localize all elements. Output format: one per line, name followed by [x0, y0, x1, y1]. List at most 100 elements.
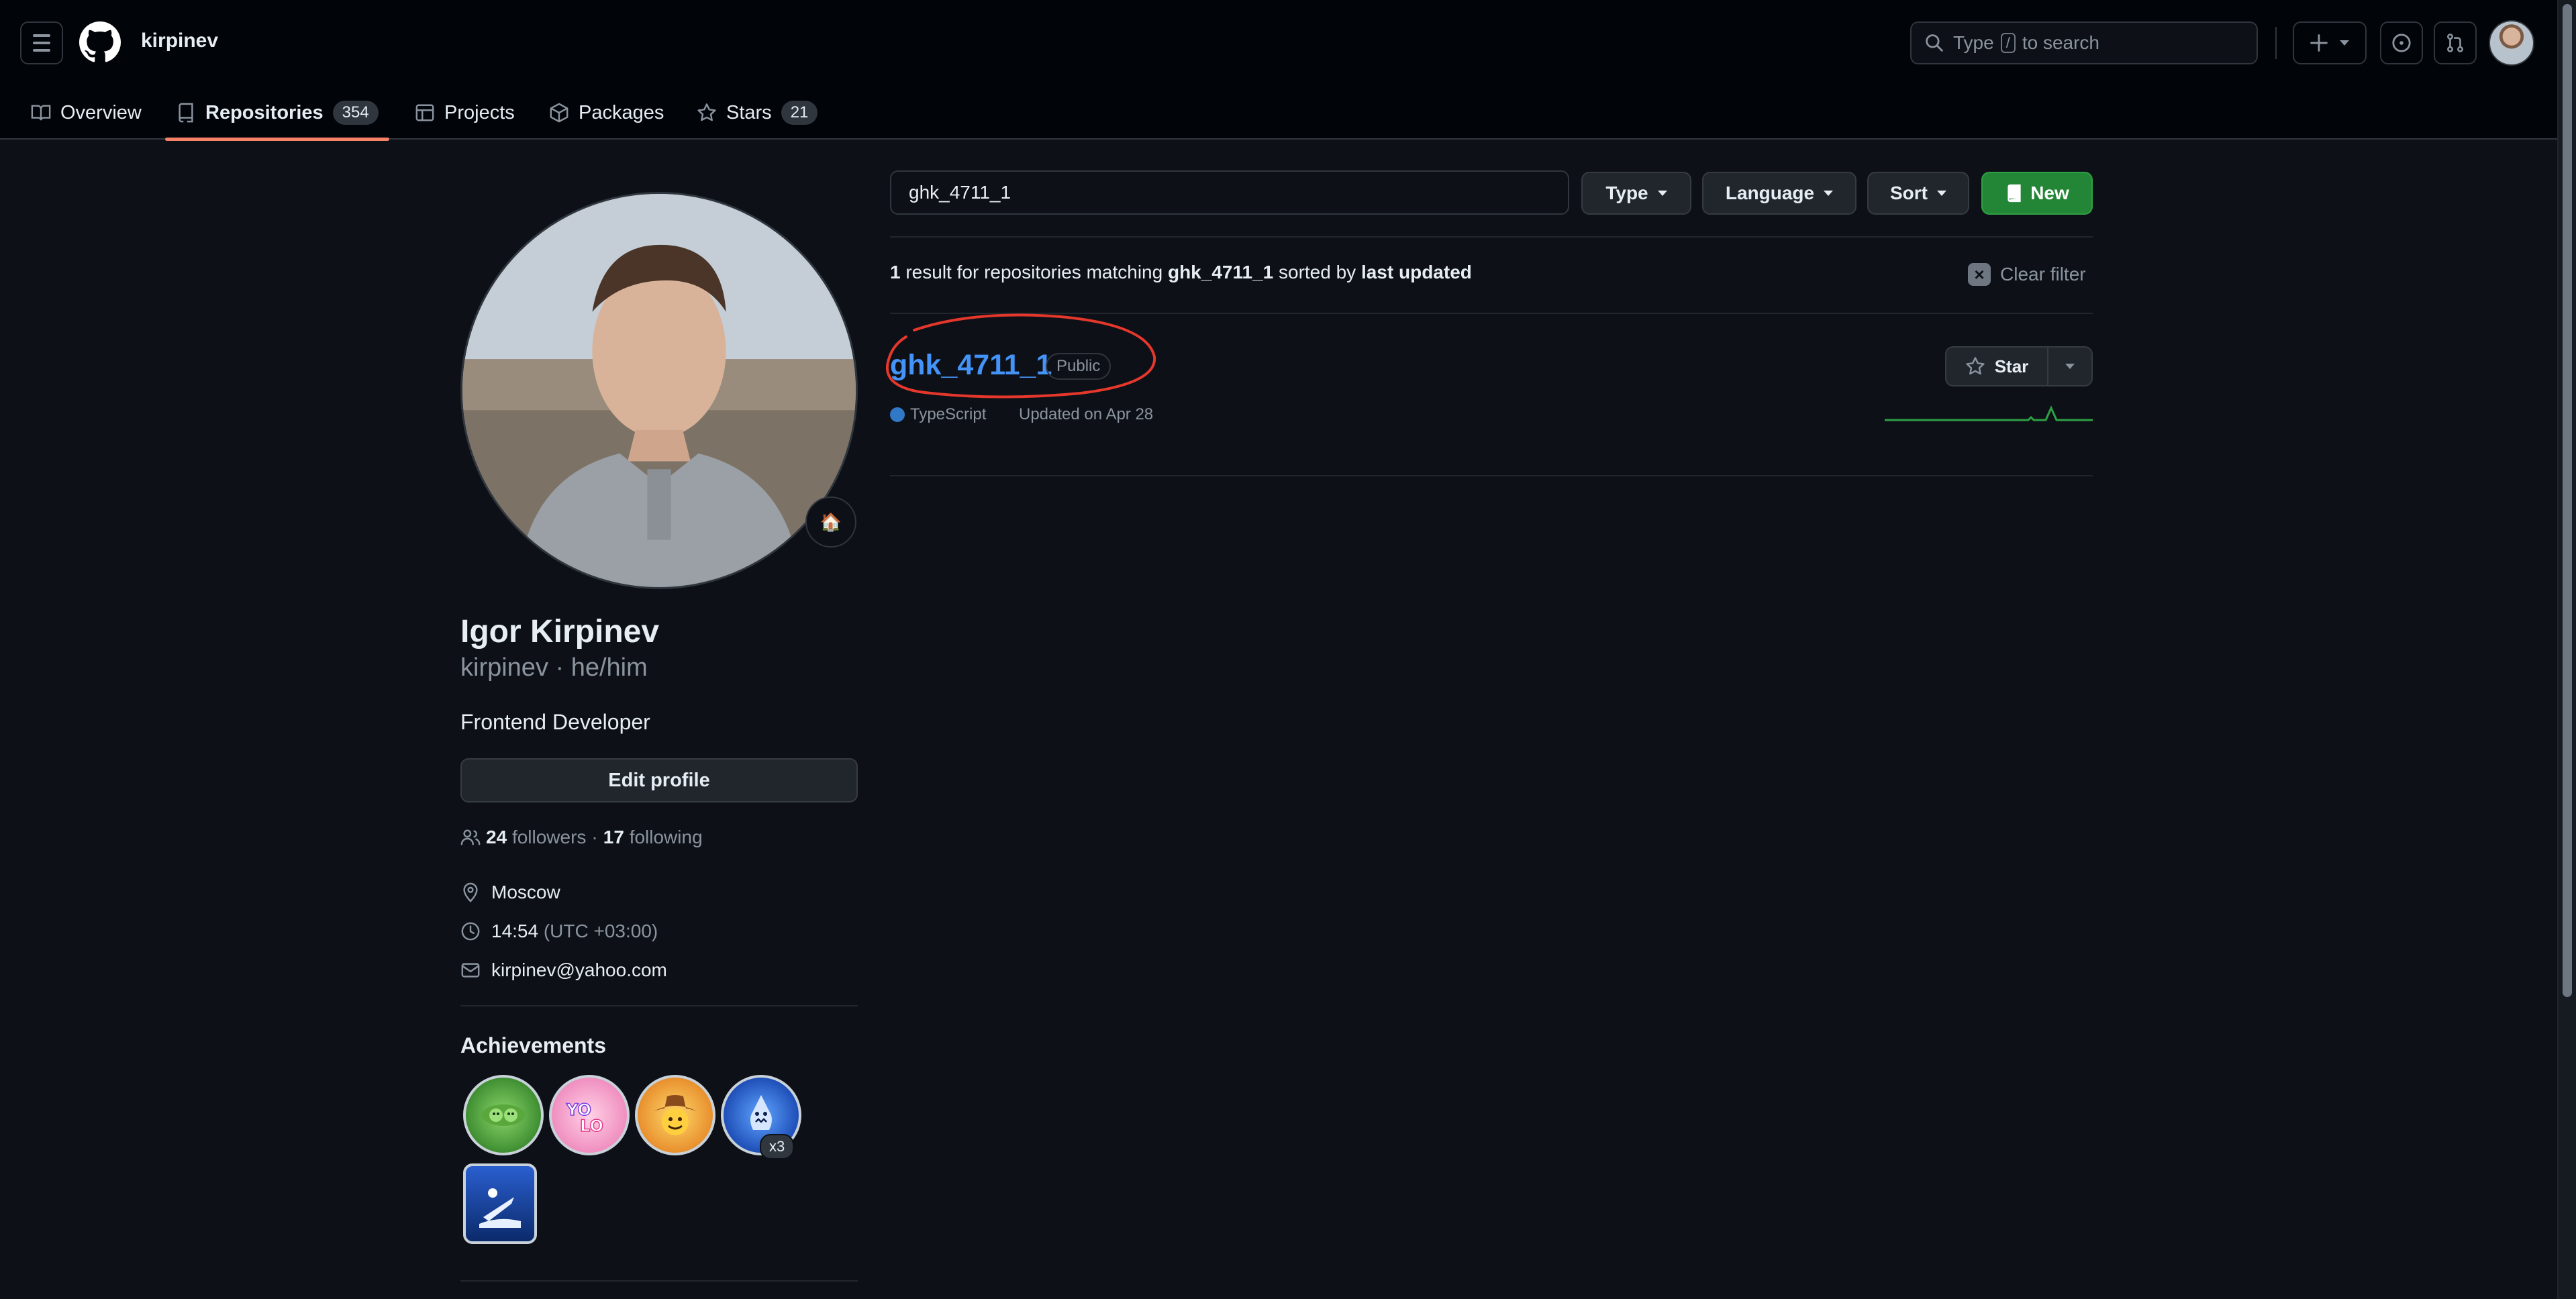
- language-filter-button[interactable]: Language: [1702, 172, 1856, 215]
- pull-request-icon: [2446, 34, 2464, 52]
- header-username[interactable]: kirpinev: [141, 30, 218, 52]
- star-button[interactable]: Star: [1946, 348, 2048, 385]
- filter-query-text: ghk_4711_1: [909, 182, 1011, 203]
- chevron-down-icon: [2065, 364, 2075, 369]
- language-name: TypeScript: [910, 405, 987, 423]
- profile-location: Moscow: [460, 882, 560, 903]
- tab-label: Stars: [726, 101, 772, 123]
- status-emoji-button[interactable]: 🏠: [805, 497, 856, 548]
- create-new-button[interactable]: [2293, 21, 2367, 64]
- following-link[interactable]: 17 following: [603, 827, 703, 848]
- achievement-yolo-badge[interactable]: YO LO: [549, 1075, 630, 1155]
- tab-projects[interactable]: Projects: [415, 86, 515, 140]
- profile-tab-nav: Overview Repositories 354 Projects Packa…: [0, 86, 2557, 141]
- clock-icon: [461, 922, 480, 941]
- repo-icon: [179, 103, 193, 123]
- repository-filter-input[interactable]: ghk_4711_1: [890, 170, 1569, 215]
- search-placeholder: Type: [1953, 32, 1994, 53]
- issue-opened-icon: [2392, 34, 2411, 52]
- repo-list-divider: [890, 475, 2093, 476]
- chevron-down-icon: [2340, 40, 2349, 46]
- clear-filter-button[interactable]: × Clear filter: [1968, 263, 2086, 286]
- follow-separator: ·: [591, 827, 598, 847]
- profile-local-time: 14:54 (UTC +03:00): [460, 921, 658, 942]
- star-label: Star: [1994, 356, 2029, 376]
- table-icon: [415, 104, 434, 121]
- cowboy-face-icon: [654, 1095, 697, 1135]
- location-text: Moscow: [491, 882, 560, 902]
- user-avatar-menu[interactable]: [2489, 20, 2534, 66]
- stars-count-badge: 21: [781, 101, 818, 125]
- shield-rocket-icon: [479, 1188, 521, 1228]
- package-icon: [550, 103, 568, 123]
- chevron-down-icon: [1657, 191, 1667, 196]
- results-count: 1: [890, 262, 901, 282]
- email-link[interactable]: kirpinev@yahoo.com: [491, 959, 667, 981]
- book-icon: [31, 105, 51, 121]
- menu-button[interactable]: [20, 21, 63, 64]
- peas-icon: [482, 1104, 525, 1126]
- results-summary: 1 result for repositories matching ghk_4…: [890, 262, 1472, 283]
- activity-sparkline: [1885, 405, 2093, 421]
- issues-button[interactable]: [2380, 21, 2423, 64]
- search-placeholder-suffix: to search: [2022, 32, 2099, 53]
- mail-icon: [461, 963, 480, 978]
- clear-filter-label: Clear filter: [2000, 264, 2086, 284]
- language-color-dot: [890, 407, 905, 422]
- pull-requests-button[interactable]: [2434, 21, 2477, 64]
- tab-overview[interactable]: Overview: [31, 86, 142, 140]
- achievement-pair-extraordinaire-badge[interactable]: [463, 1075, 544, 1155]
- achievement-quickdraw-badge[interactable]: [635, 1075, 715, 1155]
- timezone-text: (UTC +03:00): [543, 921, 658, 941]
- tab-label: Repositories: [205, 101, 324, 123]
- edit-profile-button[interactable]: Edit profile: [460, 758, 858, 802]
- tab-repositories[interactable]: Repositories 354: [165, 86, 389, 141]
- profile-photo-image: [462, 194, 856, 587]
- profile-login-pronouns: kirpinev · he/him: [460, 654, 648, 682]
- achievements-heading[interactable]: Achievements: [460, 1033, 606, 1058]
- type-filter-button[interactable]: Type: [1581, 172, 1691, 215]
- star-list-dropdown[interactable]: [2048, 348, 2091, 385]
- tab-label: Packages: [579, 101, 664, 123]
- plus-icon: [2310, 34, 2328, 52]
- star-button-group: Star: [1945, 346, 2093, 386]
- people-icon: [460, 829, 481, 845]
- chevron-down-icon: [1937, 191, 1946, 196]
- star-icon: [697, 103, 716, 121]
- chevron-down-icon: [1824, 191, 1834, 196]
- following-label: following: [629, 827, 703, 847]
- tab-packages[interactable]: Packages: [549, 86, 664, 140]
- global-header: kirpinev Type / to search: [0, 0, 2557, 86]
- achievement-arctic-code-vault-badge[interactable]: [463, 1163, 537, 1244]
- followers-count: 24: [486, 827, 507, 847]
- results-text-a: result for repositories matching: [905, 262, 1163, 282]
- profile-divider: [460, 1005, 858, 1006]
- results-query: ghk_4711_1: [1167, 262, 1274, 282]
- followers-link[interactable]: 24 followers: [486, 827, 586, 848]
- new-repository-button[interactable]: New: [1981, 172, 2093, 215]
- yolo-icon: YOLO: [565, 1100, 603, 1135]
- page-scrollbar[interactable]: [2557, 0, 2576, 1299]
- results-text-b: sorted by: [1279, 262, 1356, 282]
- star-icon: [1966, 357, 1985, 375]
- achievement-multiplier-badge: x3: [760, 1134, 795, 1159]
- sort-filter-button[interactable]: Sort: [1867, 172, 1969, 215]
- profile-divider-bottom: [460, 1280, 858, 1282]
- location-icon: [463, 882, 478, 902]
- scrollbar-thumb[interactable]: [2563, 4, 2572, 997]
- search-icon: [1926, 34, 1943, 52]
- results-sort: last updated: [1360, 262, 1472, 282]
- local-time-value: 14:54: [491, 921, 539, 941]
- repository-updated: Updated on Apr 28: [1019, 405, 1154, 423]
- followers-label: followers: [511, 827, 587, 847]
- github-logo-icon[interactable]: [79, 21, 121, 63]
- search-input[interactable]: Type / to search: [1910, 21, 2258, 64]
- profile-bio: Frontend Developer: [460, 710, 650, 734]
- svg-text:LO: LO: [580, 1116, 603, 1135]
- tab-stars[interactable]: Stars 21: [697, 86, 818, 140]
- search-shortcut-key: /: [2000, 33, 2016, 53]
- repo-icon: [2008, 184, 2021, 203]
- profile-avatar[interactable]: [460, 192, 858, 589]
- active-tab-indicator: [165, 138, 389, 141]
- followers-line: 24 followers · 17 following: [460, 827, 703, 848]
